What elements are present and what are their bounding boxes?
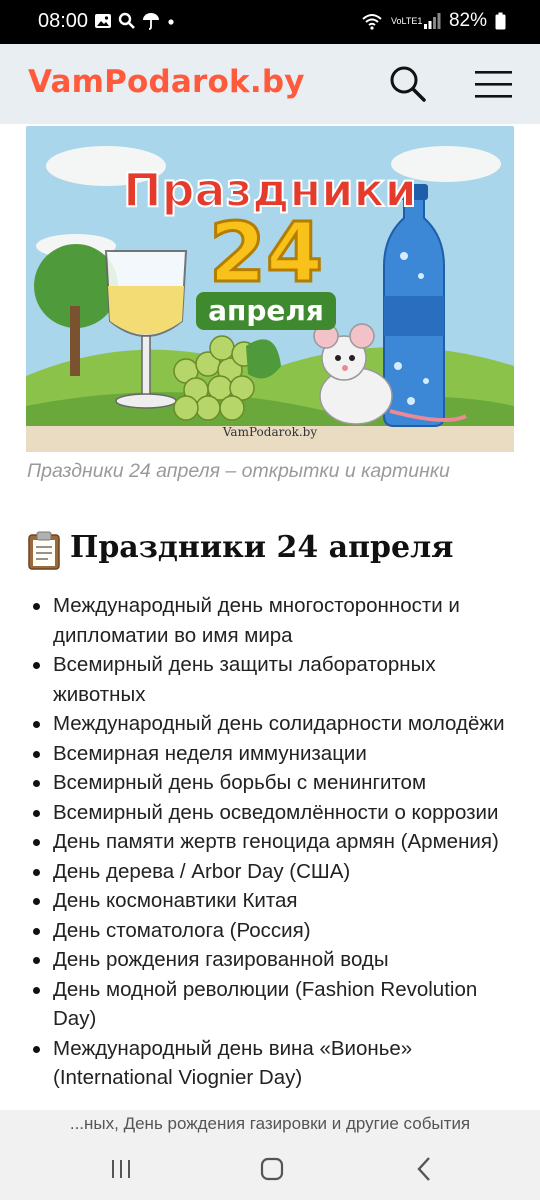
list-item: День модной революции (Fashion Revolutio…: [0, 975, 540, 1034]
image-caption: Праздники 24 апреля – открытки и картинк…: [27, 460, 450, 482]
list-item: День памяти жертв геноцида армян (Армени…: [0, 827, 540, 857]
list-item: Международный день солидарности молодёжи: [0, 709, 540, 739]
bottom-link-text[interactable]: ...ных, День рождения газировки и другие…: [0, 1114, 540, 1134]
section-title: Праздники 24 апреля: [70, 530, 454, 565]
recent-apps-icon: [112, 1160, 130, 1178]
status-bar: 08:00 VoLTE1 82%: [0, 0, 540, 44]
hero-watermark: VamPodarok.by: [222, 425, 317, 439]
list-item: Всемирный день осведомлённости о коррози…: [0, 798, 540, 828]
list-item: Всемирный день защиты лабораторных живот…: [0, 650, 540, 709]
list-item: Международный день вина «Вионье» (Intern…: [0, 1034, 540, 1093]
list-item: День дерева / Arbor Day (США): [0, 857, 540, 887]
search-icon: [390, 66, 426, 102]
hero-title-number: 24: [209, 206, 323, 301]
status-time: 08:00: [38, 10, 89, 32]
list-item: День рождения газированной воды: [0, 945, 540, 975]
umbrella-icon: [143, 13, 159, 30]
wifi-icon: [362, 14, 382, 30]
list-item: День стоматолога (Россия): [0, 916, 540, 946]
list-item: Всемирный день борьбы с менингитом: [0, 768, 540, 798]
signal-icon: [423, 13, 441, 29]
search-notification-icon: [118, 12, 135, 29]
dot-icon: [168, 19, 174, 25]
notification-icons: [94, 12, 176, 30]
gallery-icon: [95, 14, 111, 28]
back-icon: [417, 1157, 430, 1181]
battery-percent: 82%: [448, 10, 487, 31]
battery-icon: [495, 12, 506, 30]
site-header: VamPodarok.by: [0, 44, 540, 124]
site-logo[interactable]: VamPodarok.by: [28, 64, 305, 100]
hamburger-menu-icon: [475, 71, 512, 98]
hero-image: Праздники 24 апреля VamPodarok.by: [26, 126, 514, 452]
menu-button[interactable]: [474, 70, 514, 100]
bottom-bar: ...ных, День рождения газировки и другие…: [0, 1110, 540, 1200]
search-button[interactable]: [388, 64, 428, 104]
recent-apps-button[interactable]: [110, 1158, 132, 1185]
status-right: VoLTE1 82%: [361, 10, 506, 32]
list-item: Международный день многосторонности и ди…: [0, 591, 540, 650]
home-button[interactable]: [260, 1157, 284, 1186]
holiday-list: Международный день многосторонности и ди…: [0, 591, 540, 1093]
list-item: Всемирная неделя иммунизации: [0, 739, 540, 769]
back-button[interactable]: [414, 1156, 434, 1187]
list-item: День космонавтики Китая: [0, 886, 540, 916]
home-icon: [260, 1157, 284, 1181]
clipboard-icon: [26, 530, 62, 570]
volte-label: VoLTE1: [390, 16, 423, 26]
hero-title-line2: апреля: [208, 294, 324, 327]
